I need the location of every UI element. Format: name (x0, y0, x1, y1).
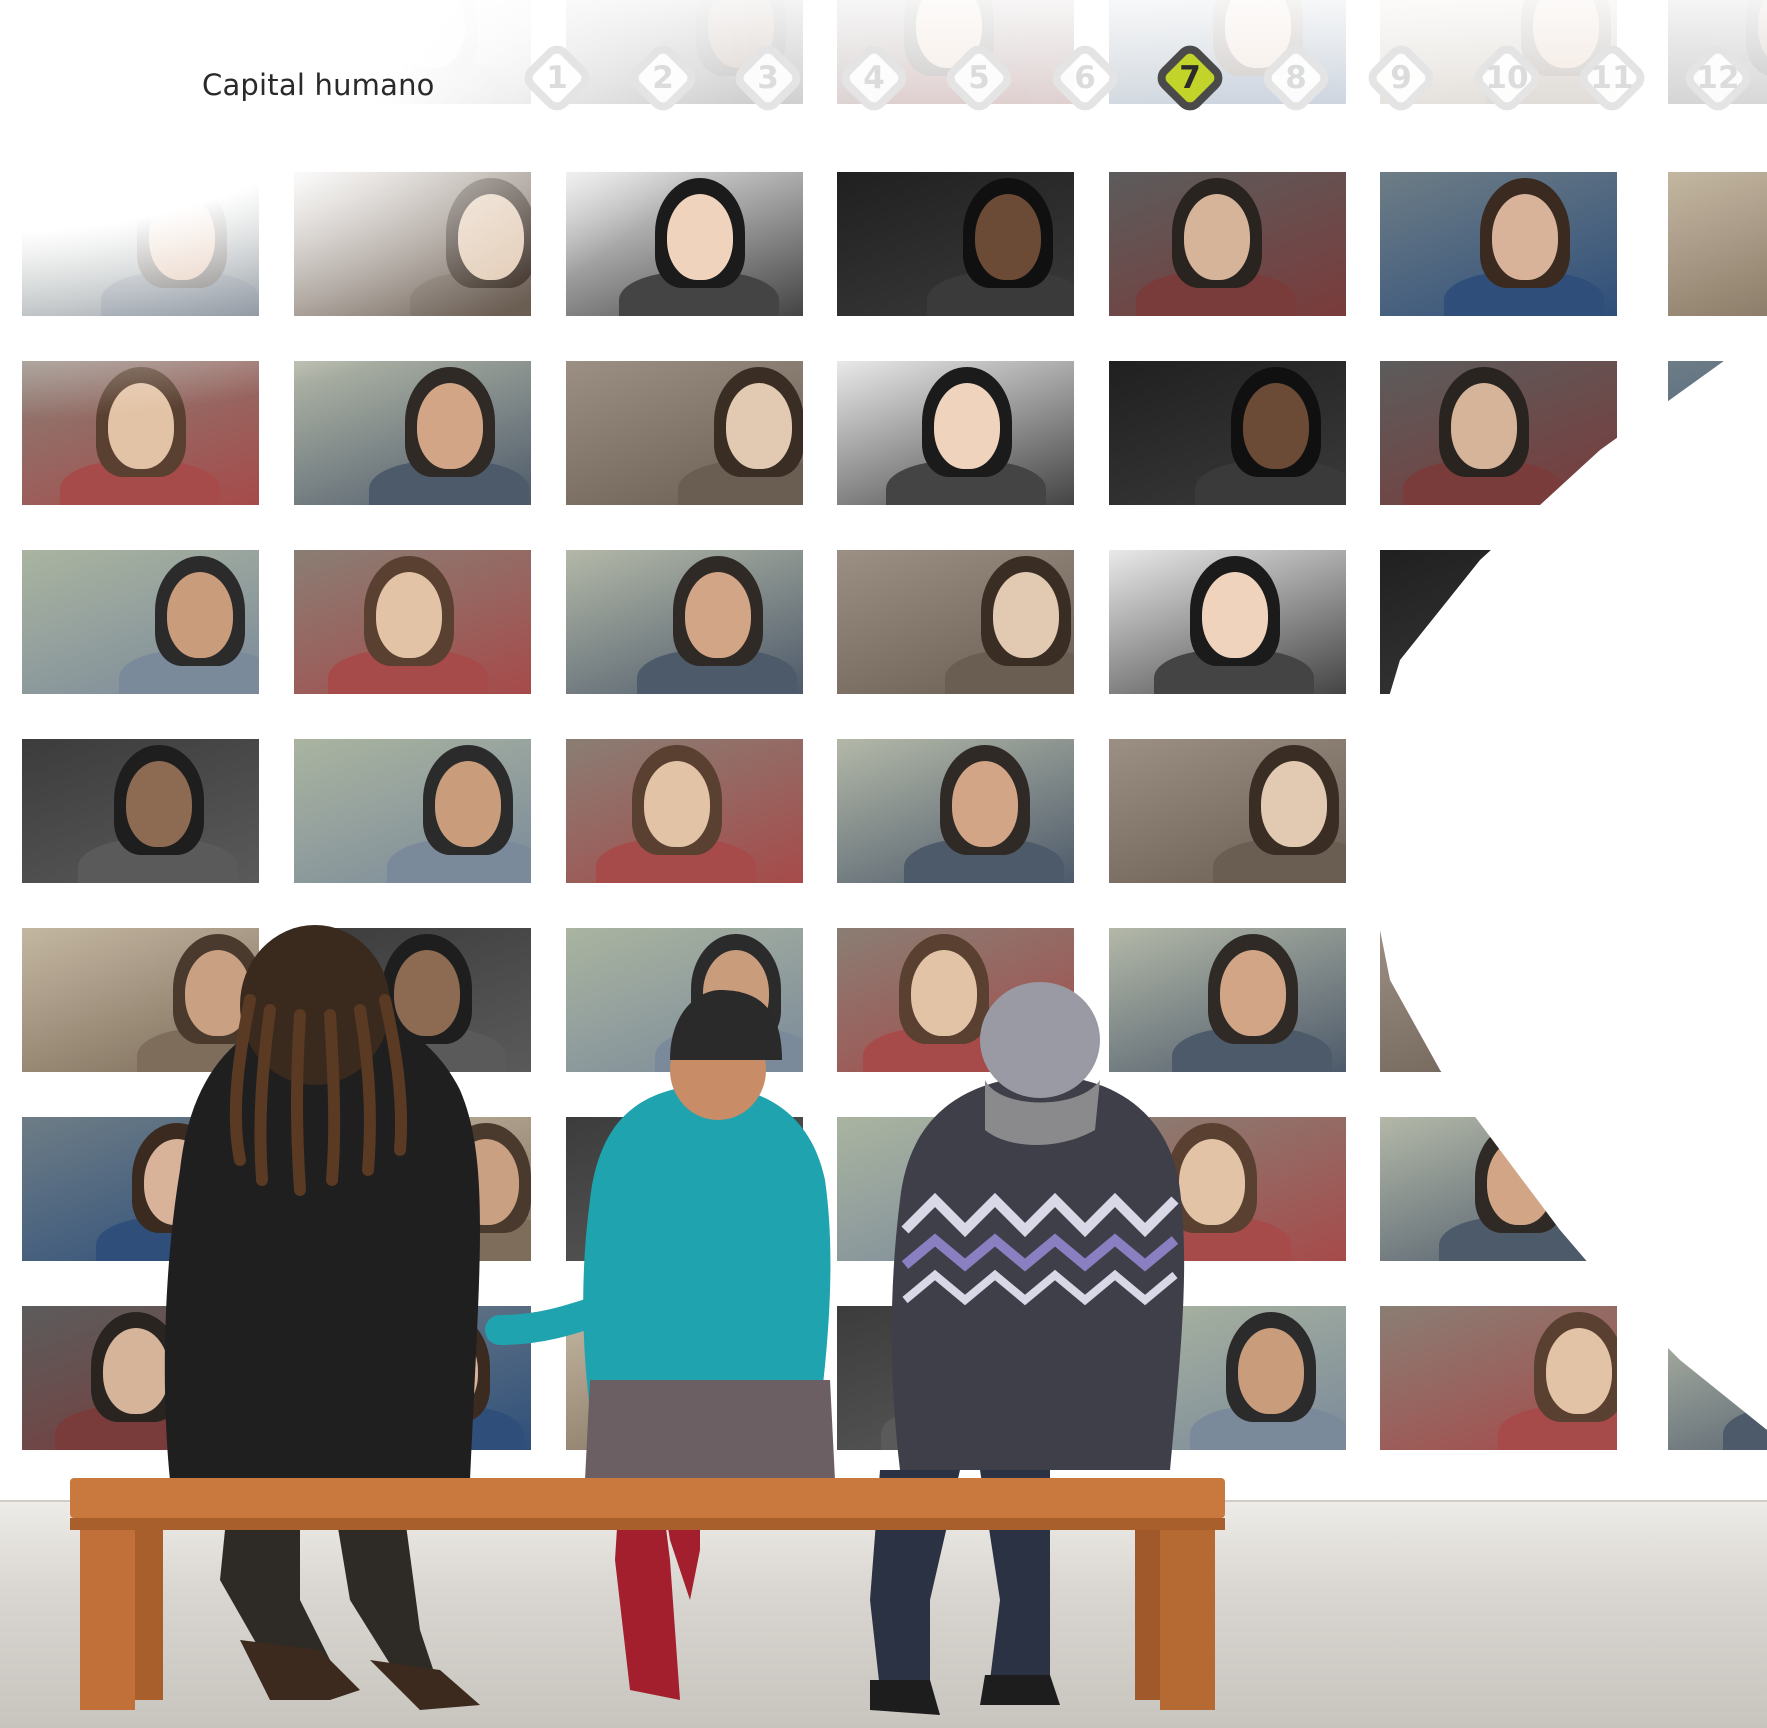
portrait-photo (294, 1117, 531, 1261)
step-2-button[interactable]: 2 (618, 33, 708, 123)
portrait-photo (1109, 172, 1346, 316)
portrait-photo (1668, 739, 1767, 883)
portrait-photo (566, 1306, 803, 1450)
step-1-button[interactable]: 1 (512, 33, 602, 123)
portrait-photo (1668, 361, 1767, 505)
step-number: 3 (757, 60, 779, 96)
portrait-photo (22, 928, 259, 1072)
portrait-photo (837, 739, 1074, 883)
step-number: 6 (1074, 60, 1096, 96)
portrait-photo (1380, 928, 1617, 1072)
portrait-photo (1380, 550, 1617, 694)
step-number: 1 (546, 60, 568, 96)
gallery-floor (0, 1500, 1767, 1728)
portrait-photo (294, 739, 531, 883)
step-5-button[interactable]: 5 (934, 33, 1024, 123)
portrait-photo (837, 361, 1074, 505)
step-11-button[interactable]: 11 (1567, 33, 1657, 123)
portrait-photo (1668, 928, 1767, 1072)
step-7-button[interactable]: 7 (1145, 33, 1235, 123)
portrait-photo (294, 172, 531, 316)
portrait-photo (837, 928, 1074, 1072)
step-8-button[interactable]: 8 (1251, 33, 1341, 123)
portrait-photo (1109, 550, 1346, 694)
portrait-photo (1380, 361, 1617, 505)
portrait-photo (1109, 1117, 1346, 1261)
portrait-photo (1109, 739, 1346, 883)
portrait-photo (837, 550, 1074, 694)
portrait-photo (1380, 1306, 1617, 1450)
step-number: 10 (1485, 60, 1529, 96)
portrait-photo (1380, 1117, 1617, 1261)
portrait-photo (294, 928, 531, 1072)
step-12-button[interactable]: 12 (1673, 33, 1763, 123)
portrait-photo (1668, 1117, 1767, 1261)
portrait-photo (22, 739, 259, 883)
floor-line (0, 1500, 1767, 1502)
step-9-button[interactable]: 9 (1356, 33, 1446, 123)
page-title: Capital humano (202, 68, 435, 102)
portrait-photo (566, 550, 803, 694)
step-10-button[interactable]: 10 (1462, 33, 1552, 123)
portrait-photo (1380, 739, 1617, 883)
portrait-photo (837, 1117, 1074, 1261)
portrait-photo (294, 1306, 531, 1450)
step-3-button[interactable]: 3 (723, 33, 813, 123)
background-photo: Capital humano 1 2 3 4 5 6 7 8 9 10 11 12 (0, 0, 1767, 1728)
portrait-photo (1109, 928, 1346, 1072)
step-number: 4 (863, 60, 885, 96)
portrait-photo (22, 1306, 259, 1450)
portrait-photo (1668, 1306, 1767, 1450)
portrait-photo (1668, 550, 1767, 694)
portrait-photo (837, 172, 1074, 316)
portrait-photo (566, 928, 803, 1072)
step-number: 2 (652, 60, 674, 96)
step-number: 11 (1590, 60, 1634, 96)
portrait-photo (22, 361, 259, 505)
portrait-photo (1668, 172, 1767, 316)
step-4-button[interactable]: 4 (829, 33, 919, 123)
portrait-photo (294, 550, 531, 694)
step-number: 12 (1696, 60, 1740, 96)
step-number: 8 (1285, 60, 1307, 96)
step-6-button[interactable]: 6 (1040, 33, 1130, 123)
portrait-wall (0, 0, 1767, 1500)
portrait-photo (566, 361, 803, 505)
portrait-photo (22, 550, 259, 694)
portrait-photo (1109, 1306, 1346, 1450)
step-number: 7 (1179, 60, 1201, 96)
page-header: Capital humano 1 2 3 4 5 6 7 8 9 10 11 12 (0, 0, 1767, 170)
portrait-photo (566, 1117, 803, 1261)
portrait-photo (22, 172, 259, 316)
portrait-photo (837, 1306, 1074, 1450)
portrait-photo (566, 739, 803, 883)
portrait-photo (1109, 361, 1346, 505)
step-number: 9 (1390, 60, 1412, 96)
portrait-photo (294, 361, 531, 505)
portrait-photo (1380, 172, 1617, 316)
step-number: 5 (968, 60, 990, 96)
portrait-photo (566, 172, 803, 316)
portrait-photo (22, 1117, 259, 1261)
